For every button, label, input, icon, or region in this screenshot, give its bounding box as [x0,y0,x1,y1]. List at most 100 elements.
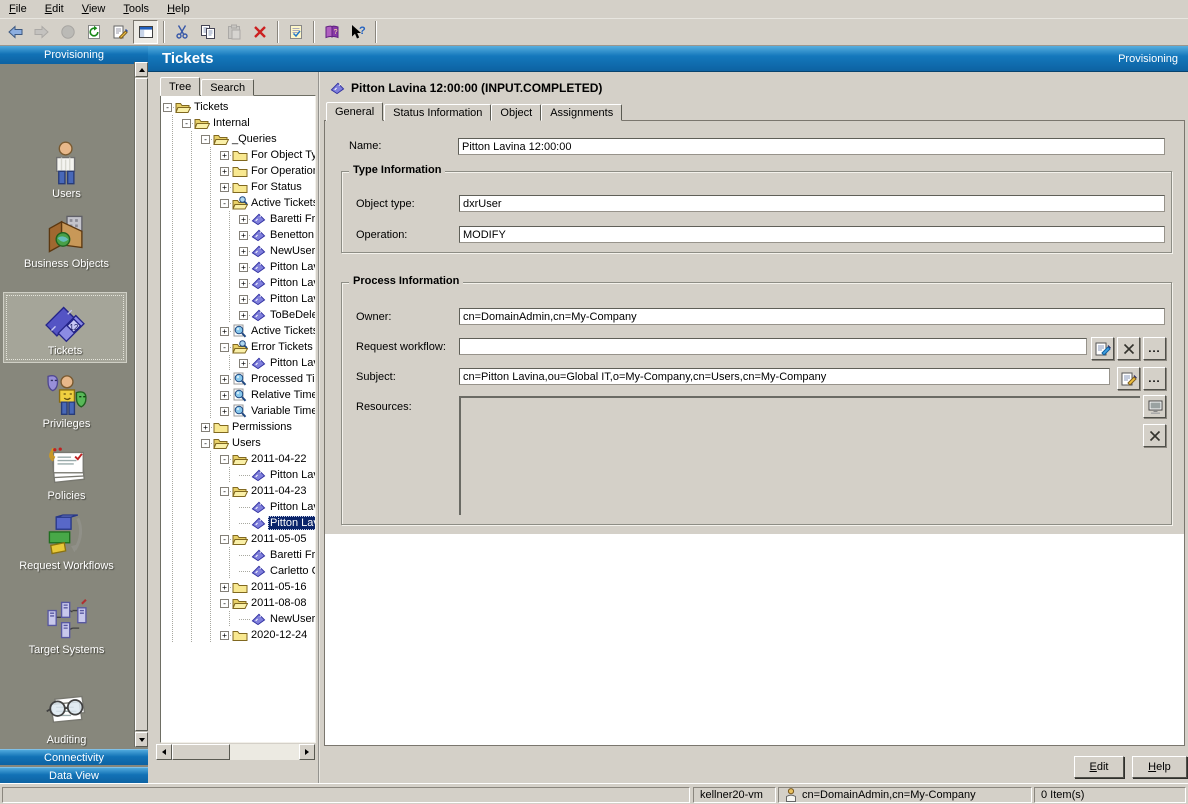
collapse-toggle-icon[interactable]: - [201,131,213,147]
tree-node-pitton-lav[interactable]: +Pitton Lav [161,355,315,371]
collapse-toggle-icon[interactable]: - [201,435,213,451]
expand-toggle-icon[interactable]: + [239,355,251,371]
tree-node-for-object-ty[interactable]: +For Object Ty [161,147,315,163]
tree-node-active-tickets[interactable]: +Active Tickets [161,323,315,339]
help-button[interactable]: Help [1132,756,1187,778]
scroll-thumb[interactable] [135,78,148,731]
tree-node-for-operation[interactable]: +For Operation [161,163,315,179]
main-tab-object[interactable]: Object [491,104,541,121]
scroll-down-button[interactable] [135,732,148,747]
tree-node-pitton-lav[interactable]: +Pitton Lav [161,275,315,291]
tree-node-tobedelet[interactable]: +ToBeDelet [161,307,315,323]
sidebar-item-privileges[interactable]: Privileges [0,372,133,431]
menu-item-edit[interactable]: Edit [36,1,73,17]
expand-toggle-icon[interactable]: + [239,259,251,275]
request-workflow-edit-button[interactable] [1091,337,1114,360]
resources-browse-button[interactable] [1143,395,1166,418]
refresh-button[interactable] [81,20,106,44]
tree-node-pitton-lav[interactable]: +Pitton Lav [161,291,315,307]
sidebar-bar-connectivity[interactable]: Connectivity [0,749,148,765]
sidebar-bar-data-view[interactable]: Data View [0,767,148,783]
tree-node-2020-12-24[interactable]: +2020-12-24 [161,627,315,643]
tree-node-variable-time[interactable]: +Variable Time [161,403,315,419]
tree-horizontal-scrollbar[interactable] [156,744,315,760]
subject-edit-button[interactable] [1117,367,1140,390]
tree-node-pitton-lav[interactable]: +Pitton Lav [161,259,315,275]
tree-node-internal[interactable]: -Internal [161,115,315,131]
tree-node-baretti-fr[interactable]: +Baretti Fr. [161,211,315,227]
tree-node-pitton-lav[interactable]: Pitton Lav [161,467,315,483]
panel-toggle-button[interactable] [133,20,158,44]
tree-node-carletto-c[interactable]: Carletto C [161,563,315,579]
scroll-track[interactable] [230,744,299,760]
sidebar-scrollbar[interactable] [134,62,148,747]
notes-button[interactable] [283,20,308,44]
expand-toggle-icon[interactable]: + [220,323,232,339]
edit-button[interactable]: Edit [1074,756,1124,778]
collapse-toggle-icon[interactable]: - [220,483,232,499]
scroll-thumb[interactable] [172,744,230,760]
properties-button[interactable] [107,20,132,44]
tree-node-tickets[interactable]: -Tickets [161,99,315,115]
tree-node-baretti-fr[interactable]: Baretti Fr. [161,547,315,563]
subject-input[interactable] [459,368,1110,385]
expand-toggle-icon[interactable]: + [239,227,251,243]
tree-node-permissions[interactable]: +Permissions [161,419,315,435]
menu-item-view[interactable]: View [73,1,115,17]
scroll-up-button[interactable] [135,62,148,77]
expand-toggle-icon[interactable]: + [220,371,232,387]
sidebar-item-target-systems[interactable]: Target Systems [0,598,133,657]
tree-node-2011-04-23[interactable]: -2011-04-23 [161,483,315,499]
tree-node-active-tickets[interactable]: -Active Tickets [161,195,315,211]
collapse-toggle-icon[interactable]: - [220,531,232,547]
sidebar-item-tickets[interactable]: 12Tickets [3,292,127,363]
expand-toggle-icon[interactable]: + [220,403,232,419]
sidebar-item-business-objects[interactable]: Business Objects [0,212,133,271]
expand-toggle-icon[interactable]: + [239,307,251,323]
sidebar-item-auditing[interactable]: Auditing [0,688,133,747]
manual-button[interactable]: ? [319,20,344,44]
collapse-toggle-icon[interactable]: - [220,595,232,611]
expand-toggle-icon[interactable]: + [201,419,213,435]
object-type-input[interactable] [459,195,1165,212]
tree-node-2011-05-16[interactable]: +2011-05-16 [161,579,315,595]
collapse-toggle-icon[interactable]: - [220,339,232,355]
collapse-toggle-icon[interactable]: - [163,99,175,115]
collapse-toggle-icon[interactable]: - [220,451,232,467]
tree-node-newuseri[interactable]: NewUserI [161,611,315,627]
collapse-toggle-icon[interactable]: - [182,115,194,131]
back-button[interactable] [3,20,28,44]
tree-node-2011-04-22[interactable]: -2011-04-22 [161,451,315,467]
tree-node-for-status[interactable]: +For Status [161,179,315,195]
tree-node-pitton-lav[interactable]: Pitton Lav [161,499,315,515]
tree-tab-search[interactable]: Search [201,79,254,96]
tree-tab-tree[interactable]: Tree [160,77,200,96]
expand-toggle-icon[interactable]: + [220,179,232,195]
resources-list[interactable] [459,396,1140,515]
collapse-toggle-icon[interactable]: - [220,195,232,211]
operation-input[interactable] [459,226,1165,243]
menu-item-file[interactable]: File [0,1,36,17]
expand-toggle-icon[interactable]: + [239,291,251,307]
tree-node-users[interactable]: -Users [161,435,315,451]
tree-node-processed-tick[interactable]: +Processed Tick [161,371,315,387]
name-input[interactable] [458,138,1165,155]
expand-toggle-icon[interactable]: + [220,387,232,403]
sidebar-item-request-workflows[interactable]: Request Workflows [0,514,133,573]
tree-node-pitton-lav[interactable]: Pitton Lav [161,515,315,531]
resources-clear-button[interactable] [1143,424,1166,447]
tree-node-benetton[interactable]: +Benetton [161,227,315,243]
sidebar-item-users[interactable]: Users [0,140,133,201]
request-workflow-clear-button[interactable] [1117,337,1140,360]
menu-item-tools[interactable]: Tools [114,1,158,17]
tree-node-2011-08-08[interactable]: -2011-08-08 [161,595,315,611]
scroll-right-button[interactable] [299,744,315,760]
context-help-button[interactable]: ? [345,20,370,44]
main-tab-assignments[interactable]: Assignments [541,104,622,121]
request-workflow-input[interactable] [459,338,1087,355]
sidebar-item-policies[interactable]: Policies [0,444,133,503]
expand-toggle-icon[interactable]: + [239,211,251,227]
tree-node-newuseri[interactable]: +NewUserI [161,243,315,259]
expand-toggle-icon[interactable]: + [220,627,232,643]
tree-node-queries[interactable]: -_Queries [161,131,315,147]
